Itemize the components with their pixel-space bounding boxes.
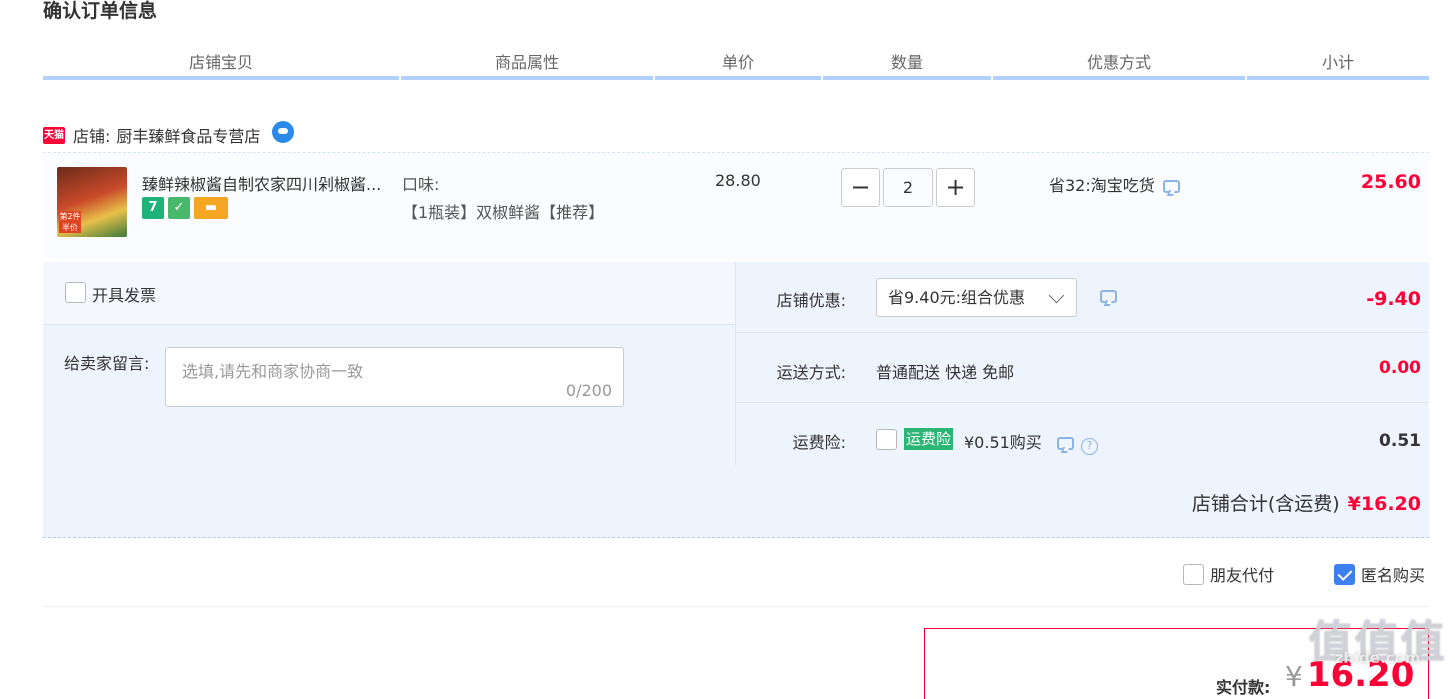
product-attributes: 口味: 【1瓶装】双椒鲜酱【推荐】	[402, 171, 642, 227]
col-header-qty-label: 数量	[890, 53, 923, 72]
col-header-item-label: 店铺宝贝	[188, 53, 253, 72]
qty-increase-button[interactable]: +	[936, 168, 975, 207]
item-promo-text: 省32:淘宝吃货	[1049, 176, 1155, 195]
shipping-method: 普通配送 快递 免邮	[876, 363, 1015, 382]
product-name-link[interactable]: 臻鲜辣椒酱自制农家四川剁椒酱...	[142, 171, 397, 195]
shipping-amount: 0.00	[1379, 358, 1421, 378]
attr-value: 【1瓶装】双椒鲜酱【推荐】	[402, 203, 605, 222]
unit-price: 28.80	[715, 171, 761, 190]
promo-info-chat-icon[interactable]	[1162, 179, 1180, 193]
shop-total-label: 店铺合计(含运费)	[1191, 493, 1340, 515]
insurance-checkbox[interactable]	[876, 429, 897, 450]
invoice-row: 开具发票	[43, 262, 735, 325]
anonymous-checkbox[interactable]	[1334, 563, 1355, 585]
shop-discount-row: 店铺优惠: 省9.40元:组合优惠 -9.40	[736, 262, 1429, 333]
anonymous-option[interactable]: 匿名购买	[1334, 562, 1425, 586]
item-promo: 省32:淘宝吃货	[1049, 172, 1180, 196]
message-placeholder: 选填,请先和商家协商一致	[182, 362, 364, 381]
shipping-label: 运送方式:	[776, 363, 846, 382]
shop-total: 店铺合计(含运费) ¥16.20	[1192, 489, 1421, 516]
qty-decrease-button[interactable]: −	[841, 168, 880, 207]
message-label: 给卖家留言:	[64, 354, 150, 373]
insurance-price: ¥0.51购买 ?	[964, 429, 1098, 455]
insurance-chat-icon[interactable]	[1056, 437, 1074, 450]
discount-info-chat-icon[interactable]	[1100, 290, 1117, 303]
seller-message-input[interactable]: 选填,请先和商家协商一致 0/200	[165, 347, 624, 407]
shop-row: 天猫 店铺: 厨丰臻鲜食品专营店	[43, 120, 295, 150]
friend-pay-option[interactable]: 朋友代付	[1183, 562, 1274, 586]
insurance-row: 运费险: 运费险 ¥0.51购买 ? 0.51	[736, 403, 1429, 465]
insurance-label: 运费险:	[792, 433, 846, 452]
wangwang-chat-icon[interactable]	[272, 121, 295, 143]
payment-options-row: 朋友代付 匿名购买	[43, 555, 1429, 607]
quantity-stepper: − 2 +	[841, 168, 975, 207]
item-subtotal: 25.60	[1360, 171, 1421, 193]
col-header-qty: 数量	[823, 52, 991, 80]
shop-name-link[interactable]: 厨丰臻鲜食品专营店	[116, 123, 260, 147]
chevron-down-icon	[1048, 287, 1065, 304]
product-thumbnail[interactable]: 第2件半价	[57, 167, 127, 237]
left-pane: 开具发票 给卖家留言: 选填,请先和商家协商一致 0/200	[43, 262, 735, 465]
order-item-row: 第2件半价 臻鲜辣椒酱自制农家四川剁椒酱... 7 ✓ ▬ 口味: 【1瓶装】双…	[43, 152, 1429, 259]
shop-discount-selected: 省9.40元:组合优惠	[888, 288, 1026, 307]
col-header-attr-label: 商品属性	[494, 53, 559, 72]
col-header-price: 单价	[655, 52, 821, 80]
col-header-promo: 优惠方式	[993, 52, 1245, 80]
page-title: 确认订单信息	[43, 0, 158, 22]
friend-pay-checkbox[interactable]	[1183, 563, 1204, 585]
shipping-row: 运送方式: 普通配送 快递 免邮 0.00	[736, 333, 1429, 403]
insurance-tag: 运费险	[904, 428, 954, 450]
col-header-price-label: 单价	[721, 53, 754, 72]
guarantee-shield-icon[interactable]: ✓	[168, 197, 190, 219]
product-image-tag: 第2件半价	[59, 211, 81, 233]
site-watermark: 值值值 zhide.com	[1300, 615, 1455, 699]
anonymous-label: 匿名购买	[1361, 566, 1426, 585]
shop-label: 店铺:	[73, 127, 111, 146]
credit-card-icon[interactable]: ▬	[194, 197, 228, 219]
col-header-promo-label: 优惠方式	[1086, 53, 1151, 72]
insurance-amount: 0.51	[1379, 431, 1421, 451]
tmall-icon: 天猫	[43, 126, 65, 144]
service-badges: 7 ✓ ▬	[142, 197, 228, 219]
invoice-label: 开具发票	[92, 286, 157, 305]
shop-discount-label: 店铺优惠:	[776, 291, 846, 310]
help-icon[interactable]: ?	[1081, 438, 1098, 455]
payment-label: 实付款:	[1216, 678, 1271, 697]
col-header-subtotal: 小计	[1247, 52, 1429, 80]
message-char-counter: 0/200	[565, 381, 612, 400]
attr-label: 口味:	[402, 175, 440, 194]
col-header-attr: 商品属性	[401, 52, 653, 80]
qty-input[interactable]: 2	[883, 168, 933, 207]
friend-pay-label: 朋友代付	[1210, 566, 1275, 585]
insurance-price-text: ¥0.51购买	[964, 433, 1042, 452]
shop-discount-select[interactable]: 省9.40元:组合优惠	[876, 278, 1077, 317]
col-header-item: 店铺宝贝	[43, 52, 399, 80]
order-detail-area: 开具发票 给卖家留言: 选填,请先和商家协商一致 0/200 店铺优惠: 省9.…	[43, 262, 1429, 538]
col-header-subtotal-label: 小计	[1321, 53, 1354, 72]
invoice-checkbox[interactable]	[65, 282, 86, 303]
seven-day-return-icon[interactable]: 7	[142, 197, 164, 219]
shop-total-amount: ¥16.20	[1347, 493, 1421, 515]
shop-discount-amount: -9.40	[1366, 288, 1421, 310]
